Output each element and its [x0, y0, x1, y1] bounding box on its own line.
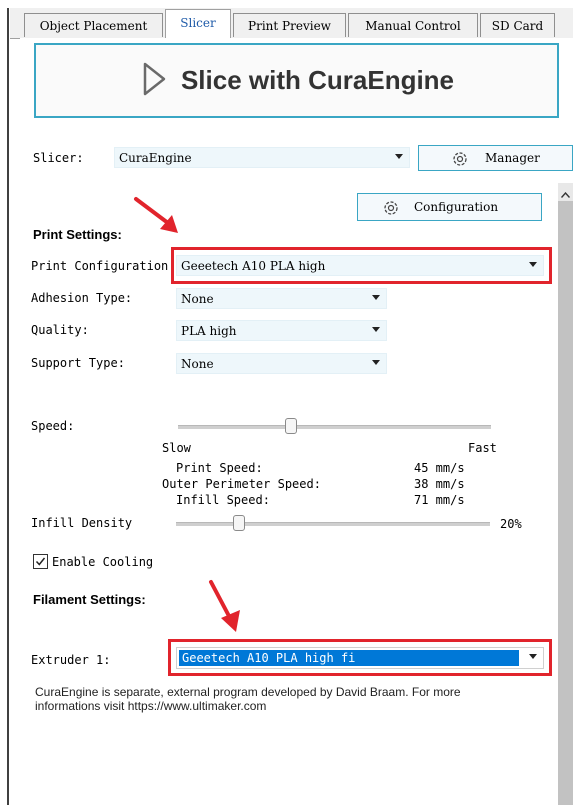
tab-manual-control[interactable]: Manual Control	[348, 13, 478, 37]
chevron-down-icon	[372, 327, 380, 332]
speed-slider-knob[interactable]	[284, 418, 297, 434]
scrollbar-thumb[interactable]	[558, 201, 573, 805]
chevron-down-icon	[372, 360, 380, 365]
adhesion-type-value: None	[181, 292, 214, 306]
slicer-label: Slicer:	[33, 151, 84, 165]
tab-print-preview[interactable]: Print Preview	[233, 13, 346, 37]
red-arrow-icon	[132, 195, 182, 240]
scroll-up-icon[interactable]	[560, 187, 571, 201]
infill-speed-value: 71 mm/s	[414, 493, 465, 507]
checkmark-icon	[35, 557, 46, 566]
configuration-button[interactable]: Configuration	[357, 193, 542, 221]
highlight-box	[168, 639, 552, 676]
support-type-label: Support Type:	[31, 356, 125, 370]
slicer-select[interactable]: CuraEngine	[114, 147, 410, 168]
speed-label: Speed:	[31, 419, 75, 433]
infill-density-label: Infill Density	[31, 516, 133, 530]
tab-object-placement[interactable]: Object Placement	[24, 13, 163, 37]
print-settings-heading: Print Settings:	[33, 227, 122, 242]
tab-sd-card[interactable]: SD Card	[480, 13, 555, 37]
highlight-box	[171, 247, 552, 284]
speed-slider-track[interactable]	[178, 425, 491, 429]
chevron-down-icon	[395, 154, 403, 159]
infill-slider-knob[interactable]	[232, 515, 245, 531]
tab-slicer[interactable]: Slicer	[165, 9, 231, 39]
manager-button-label: Manager	[485, 151, 540, 165]
play-icon	[139, 59, 169, 102]
enable-cooling-checkbox[interactable]	[33, 554, 48, 569]
infill-slider-track[interactable]	[176, 522, 490, 526]
speed-fast-label: Fast	[468, 441, 497, 455]
support-type-value: None	[181, 357, 214, 371]
support-type-select[interactable]: None	[176, 353, 387, 374]
chevron-down-icon	[372, 295, 380, 300]
slice-button[interactable]: Slice with CuraEngine	[34, 43, 559, 118]
quality-value: PLA high	[181, 324, 237, 338]
window-left-border	[7, 8, 9, 805]
print-speed-value: 45 mm/s	[414, 461, 465, 475]
info-text: CuraEngine is separate, external program…	[35, 685, 461, 713]
infill-speed-name: Infill Speed:	[176, 493, 270, 507]
manager-button[interactable]: Manager	[418, 145, 573, 171]
print-speed-name: Print Speed:	[176, 461, 263, 475]
speed-slow-label: Slow	[162, 441, 191, 455]
infill-density-value: 20%	[500, 517, 522, 531]
outer-perimeter-speed-value: 38 mm/s	[414, 477, 465, 491]
panel-scrollbar[interactable]	[558, 183, 573, 805]
filament-settings-heading: Filament Settings:	[33, 592, 146, 607]
configuration-button-label: Configuration	[414, 200, 499, 214]
adhesion-type-select[interactable]: None	[176, 288, 387, 309]
gear-icon	[451, 150, 469, 171]
print-configuration-label: Print Configuration:	[31, 259, 176, 273]
outer-perimeter-speed-name: Outer Perimeter Speed:	[162, 477, 321, 491]
enable-cooling-label: Enable Cooling	[52, 555, 154, 569]
adhesion-type-label: Adhesion Type:	[31, 291, 133, 305]
quality-select[interactable]: PLA high	[176, 320, 387, 341]
red-arrow-icon	[206, 578, 246, 637]
slice-button-label: Slice with CuraEngine	[180, 65, 455, 95]
quality-label: Quality:	[31, 323, 89, 337]
extruder-1-label: Extruder 1:	[31, 653, 111, 667]
slicer-select-value: CuraEngine	[119, 151, 192, 165]
gear-icon	[382, 199, 400, 220]
